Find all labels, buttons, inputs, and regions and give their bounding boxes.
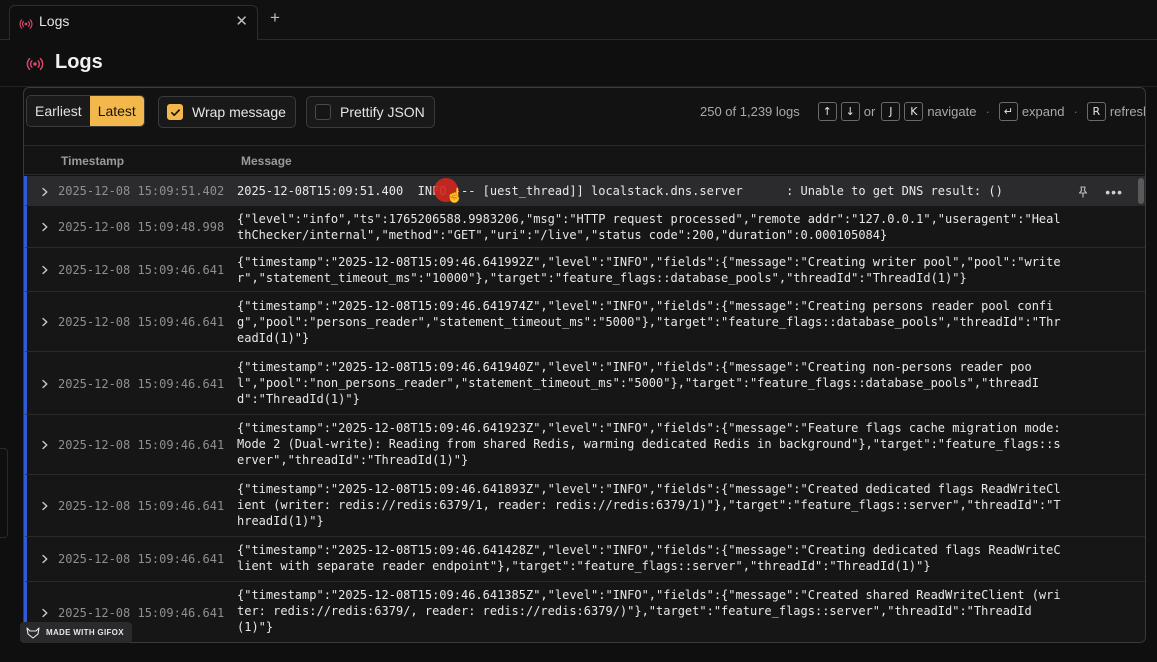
column-message: Message [241, 154, 292, 168]
table-row[interactable]: 2025-12-08 15:09:51.402 2025-12-08T15:09… [24, 176, 1145, 206]
broadcast-icon [26, 57, 44, 71]
navigate-text: navigate [927, 104, 977, 119]
log-timestamp: 2025-12-08 15:09:46.641 [58, 315, 225, 329]
table-header: Timestamp Message [24, 145, 1145, 175]
page-title: Logs [55, 51, 103, 73]
log-message: {"level":"info","ts":1765206588.9983206,… [237, 212, 1061, 242]
log-timestamp: 2025-12-08 15:09:46.641 [58, 552, 225, 566]
enter-key: ↵ [998, 102, 1018, 121]
arrow-down-key: ↓ [840, 102, 860, 121]
k-key: K [904, 102, 924, 121]
separator-dot: · [985, 104, 990, 119]
log-timestamp: 2025-12-08 15:09:48.998 [58, 220, 225, 234]
order-toggle: Earliest Latest [26, 95, 145, 127]
refresh-text: refresh [1109, 104, 1145, 119]
pointer-cursor-icon: ☝ [446, 187, 464, 203]
log-timestamp: 2025-12-08 15:09:46.641 [58, 263, 225, 277]
chevron-right-icon[interactable] [40, 187, 50, 197]
chevron-right-icon[interactable] [40, 317, 50, 327]
table-row[interactable]: 2025-12-08 15:09:46.641 {"timestamp":"20… [24, 475, 1145, 537]
log-timestamp: 2025-12-08 15:09:46.641 [58, 499, 225, 513]
more-icon[interactable]: ••• [1105, 184, 1123, 200]
tab-bar: Logs ✕ + [0, 0, 1157, 40]
log-message: {"timestamp":"2025-12-08T15:09:46.641940… [237, 360, 1039, 406]
chevron-right-icon[interactable] [40, 379, 50, 389]
table-row[interactable]: 2025-12-08 15:09:46.641 {"timestamp":"20… [24, 292, 1145, 352]
tab-logs[interactable]: Logs ✕ [9, 5, 258, 40]
chevron-right-icon[interactable] [40, 440, 50, 450]
scrollbar-thumb[interactable] [1138, 178, 1144, 204]
log-message: {"timestamp":"2025-12-08T15:09:46.641385… [237, 588, 1061, 634]
badge-label: MADE WITH GIFOX [46, 628, 124, 637]
expand-text: expand [1021, 104, 1065, 119]
log-rows: 2025-12-08 15:09:51.402 2025-12-08T15:09… [24, 176, 1145, 642]
checkbox-checked-icon [167, 104, 183, 120]
broadcast-icon [19, 19, 33, 29]
logs-panel: Earliest Latest Wrap message Prettify JS… [23, 87, 1146, 643]
table-row[interactable]: 2025-12-08 15:09:46.641 {"timestamp":"20… [24, 415, 1145, 475]
fox-icon [26, 626, 40, 639]
table-row[interactable]: 2025-12-08 15:09:48.998 {"level":"info",… [24, 206, 1145, 248]
chevron-right-icon[interactable] [40, 554, 50, 564]
wrap-message-label: Wrap message [192, 104, 286, 120]
table-row[interactable]: 2025-12-08 15:09:46.641 {"timestamp":"20… [24, 248, 1145, 292]
table-row[interactable]: 2025-12-08 15:09:46.641 {"timestamp":"20… [24, 582, 1145, 642]
page-header: Logs [0, 41, 1157, 87]
prettify-json-label: Prettify JSON [340, 104, 425, 120]
log-message: 2025-12-08T15:09:51.400 INFO --- [uest_t… [237, 184, 1003, 198]
keyboard-hints: 250 of 1,239 logs ↑ ↓ or J K navigate · … [700, 102, 1145, 121]
column-timestamp: Timestamp [61, 154, 125, 168]
log-timestamp: 2025-12-08 15:09:51.402 [58, 184, 225, 198]
log-count: 250 of 1,239 logs [700, 104, 800, 119]
tab-title: Logs [39, 13, 70, 29]
log-message: {"timestamp":"2025-12-08T15:09:46.641893… [237, 482, 1061, 528]
log-message: {"timestamp":"2025-12-08T15:09:46.641974… [237, 299, 1061, 345]
latest-button[interactable]: Latest [89, 96, 144, 126]
or-text: or [863, 104, 876, 119]
close-icon[interactable]: ✕ [235, 12, 248, 30]
prettify-json-toggle[interactable]: Prettify JSON [306, 96, 435, 128]
r-key: R [1086, 102, 1106, 121]
chevron-right-icon[interactable] [40, 222, 50, 232]
gifox-badge: MADE WITH GIFOX [20, 622, 132, 643]
log-message: {"timestamp":"2025-12-08T15:09:46.641428… [237, 543, 1061, 573]
log-message: {"timestamp":"2025-12-08T15:09:46.641992… [237, 255, 1061, 285]
table-row[interactable]: 2025-12-08 15:09:46.641 {"timestamp":"20… [24, 352, 1145, 415]
earliest-button[interactable]: Earliest [27, 96, 90, 126]
chevron-right-icon[interactable] [40, 265, 50, 275]
logs-toolbar: Earliest Latest Wrap message Prettify JS… [24, 88, 1145, 144]
j-key: J [881, 102, 901, 121]
log-message: {"timestamp":"2025-12-08T15:09:46.641923… [237, 421, 1068, 467]
arrow-up-key: ↑ [817, 102, 837, 121]
pin-icon[interactable] [1077, 186, 1089, 198]
side-panel-edge [0, 448, 8, 538]
wrap-message-toggle[interactable]: Wrap message [158, 96, 296, 128]
log-timestamp: 2025-12-08 15:09:46.641 [58, 377, 225, 391]
log-timestamp: 2025-12-08 15:09:46.641 [58, 438, 225, 452]
add-tab-button[interactable]: + [270, 8, 280, 28]
chevron-right-icon[interactable] [40, 608, 50, 618]
checkbox-unchecked-icon [315, 104, 331, 120]
table-row[interactable]: 2025-12-08 15:09:46.641 {"timestamp":"20… [24, 537, 1145, 582]
separator-dot: · [1073, 104, 1078, 119]
row-actions: ••• [1077, 184, 1123, 200]
log-timestamp: 2025-12-08 15:09:46.641 [58, 606, 225, 620]
chevron-right-icon[interactable] [40, 501, 50, 511]
